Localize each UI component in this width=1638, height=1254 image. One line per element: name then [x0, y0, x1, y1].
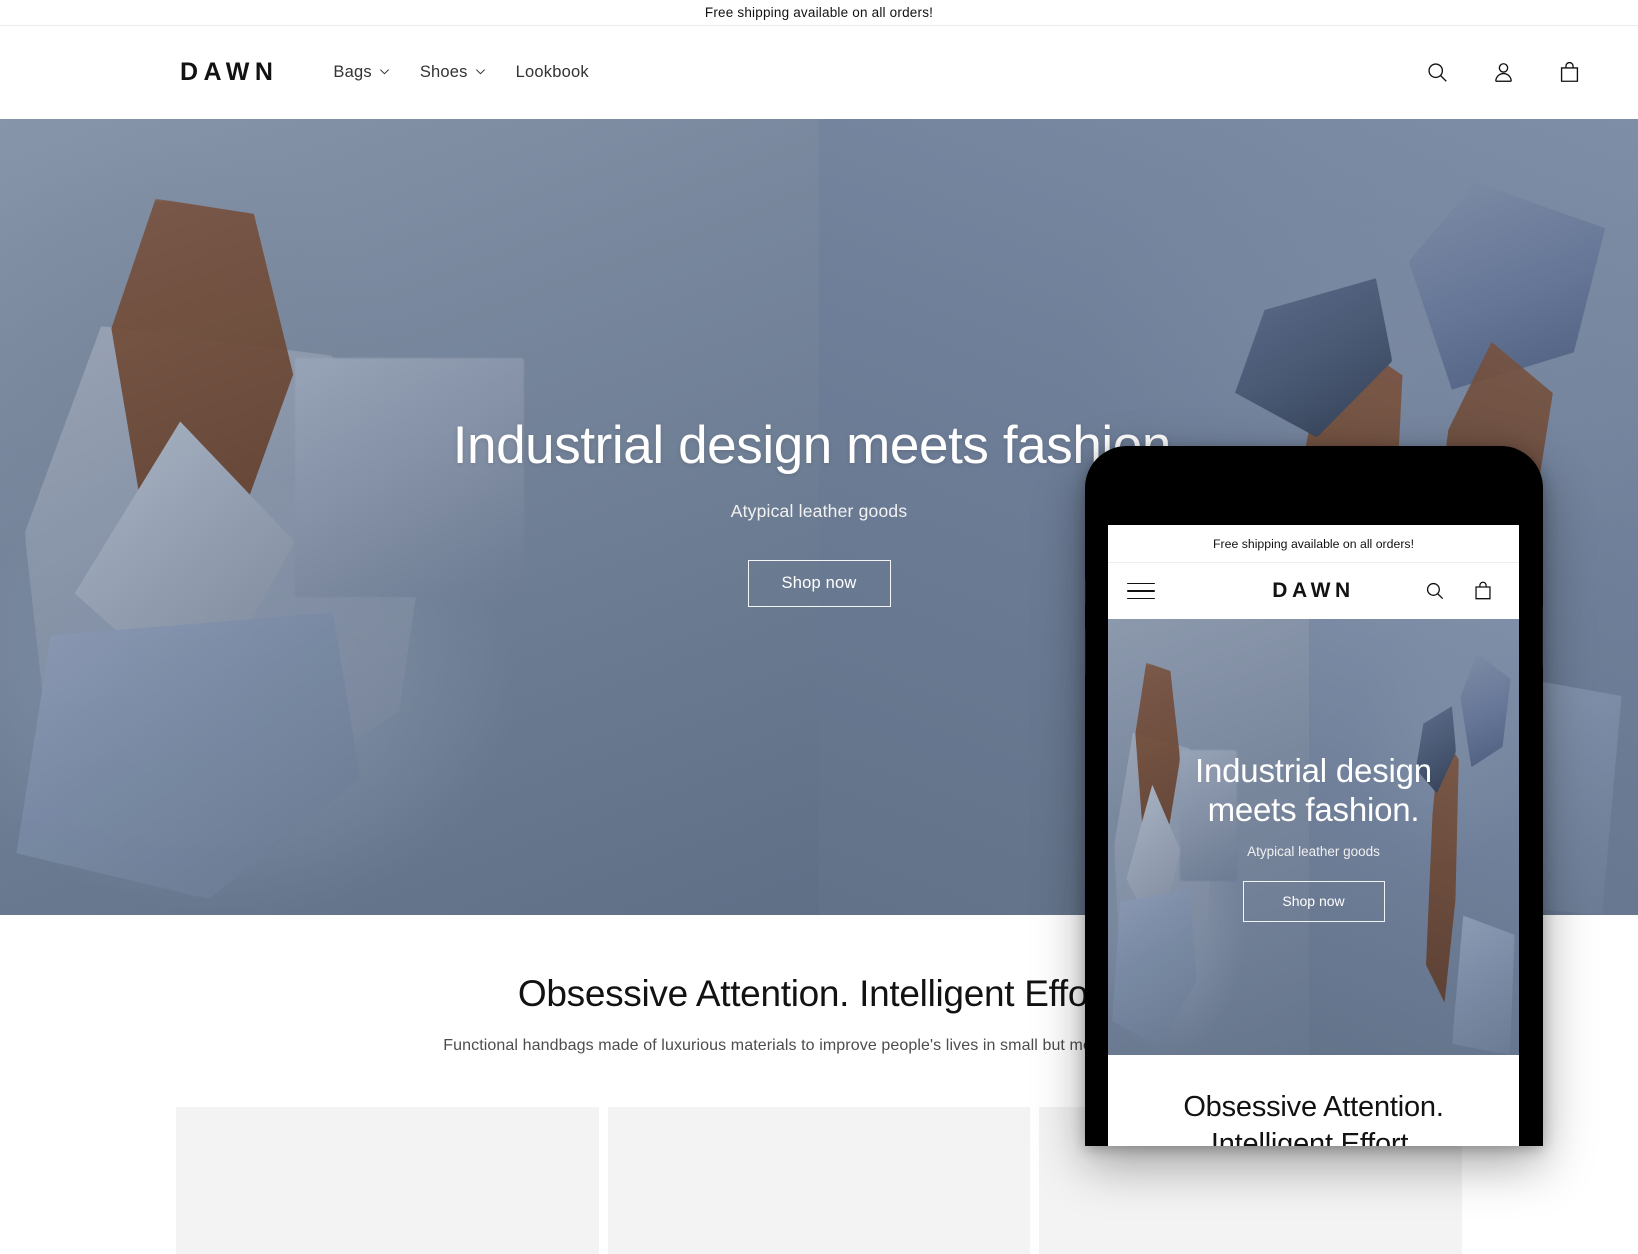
- nav-item-lookbook[interactable]: Lookbook: [501, 53, 604, 92]
- search-icon[interactable]: [1418, 574, 1452, 608]
- hamburger-line: [1127, 590, 1155, 592]
- mobile-header-actions: [1418, 574, 1500, 608]
- cart-icon[interactable]: [1547, 51, 1591, 95]
- mobile-hero-shop-now-button[interactable]: Shop now: [1242, 880, 1385, 922]
- mobile-section-title: Obsessive Attention. Intelligent Effort.: [1183, 1091, 1444, 1146]
- header-actions: [1415, 51, 1591, 95]
- cart-icon[interactable]: [1466, 574, 1500, 608]
- hero-shop-now-button[interactable]: Shop now: [747, 560, 891, 608]
- announcement-text: Free shipping available on all orders!: [704, 5, 934, 20]
- mobile-hero-subtitle: Atypical leather goods: [1247, 843, 1380, 859]
- hamburger-line: [1127, 582, 1155, 585]
- hero-subtitle: Atypical leather goods: [730, 501, 908, 522]
- nav-item-label: Bags: [333, 63, 372, 81]
- mobile-hero-content: Industrial design meets fashion. Atypica…: [1108, 619, 1519, 1055]
- phone-volume-button[interactable]: [1085, 628, 1086, 676]
- mobile-header: DAWN: [1108, 563, 1519, 619]
- mobile-rich-text-section: Obsessive Attention. Intelligent Effort.: [1108, 1055, 1519, 1146]
- nav-item-label: Shoes: [419, 63, 468, 81]
- chevron-down-icon: [379, 66, 390, 77]
- mobile-preview-screen: Free shipping available on all orders! D…: [1108, 525, 1519, 1146]
- feature-card[interactable]: [607, 1107, 1031, 1254]
- hero-title: Industrial design meets fashion.: [452, 415, 1186, 475]
- hamburger-menu-icon[interactable]: [1127, 577, 1155, 606]
- nav-item-bags[interactable]: Bags: [318, 53, 404, 92]
- nav-item-shoes[interactable]: Shoes: [405, 53, 501, 92]
- site-header: DAWN Bags Shoes Lookbook: [0, 26, 1638, 119]
- phone-mute-button[interactable]: [1085, 578, 1086, 606]
- nav-item-label: Lookbook: [515, 63, 589, 81]
- site-logo[interactable]: DAWN: [180, 58, 278, 87]
- main-navigation: Bags Shoes Lookbook: [318, 53, 603, 92]
- search-icon[interactable]: [1415, 51, 1459, 95]
- chevron-down-icon: [475, 66, 486, 77]
- feature-card[interactable]: [176, 1107, 599, 1254]
- account-icon[interactable]: [1481, 51, 1525, 95]
- mobile-preview-device: Free shipping available on all orders! D…: [1085, 446, 1543, 1146]
- hamburger-line: [1127, 597, 1155, 600]
- phone-power-button[interactable]: [1542, 606, 1543, 668]
- announcement-bar: Free shipping available on all orders!: [0, 0, 1638, 25]
- mobile-announcement-text: Free shipping available on all orders!: [1213, 536, 1414, 551]
- mobile-hero-title: Industrial design meets fashion.: [1195, 752, 1432, 828]
- mobile-hero-banner: Industrial design meets fashion. Atypica…: [1108, 619, 1519, 1055]
- mobile-announcement-bar: Free shipping available on all orders!: [1108, 525, 1519, 563]
